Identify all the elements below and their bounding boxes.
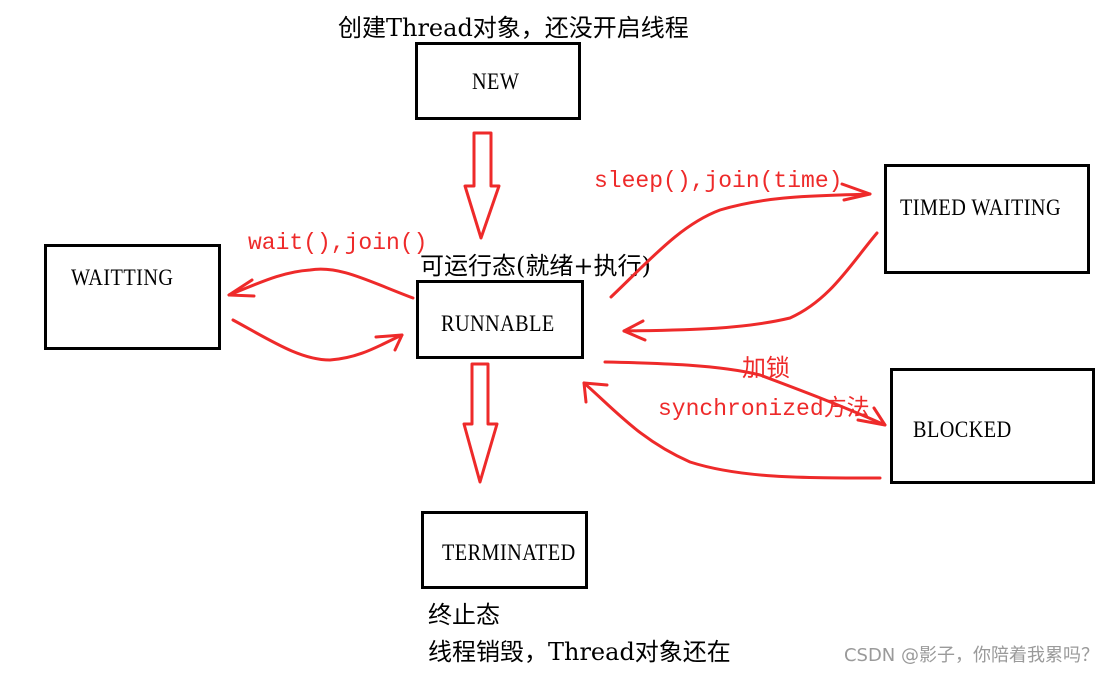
state-label-runnable: RUNNABLE [441,311,555,336]
state-box-runnable: RUNNABLE [416,280,584,359]
transition-label-wait-join: wait(),join() [248,230,428,256]
state-label-terminated: TERMINATED [442,540,576,565]
transition-label-sleep-join-time: sleep(),join(time) [594,168,843,194]
state-box-waiting: WAITTING [44,244,221,350]
arrow-timed-waiting-to-runnable [622,231,879,333]
state-label-timed-waiting: TIMED WAITING [900,195,1062,220]
runnable-state-note: 可运行态(就绪+执行) [420,252,651,280]
arrowhead-runnable-from-blocked [582,381,609,404]
state-label-waiting: WAITTING [71,265,174,290]
state-box-timed-waiting: TIMED WAITING [884,164,1090,274]
state-box-terminated: TERMINATED [421,511,588,589]
arrow-runnable-to-waiting [227,267,415,300]
terminated-note-line2: 线程销毁，Thread对象还在 [428,638,731,666]
transition-label-lock: 加锁 [742,354,790,382]
csdn-watermark: CSDN @影子，你陪着我累吗？ [843,645,1099,666]
new-state-note: 创建Thread对象，还没开启线程 [338,14,689,42]
arrowhead-timed-waiting [840,182,872,202]
arrowhead-runnable-from-waiting [374,333,404,352]
arrow-waiting-to-runnable [231,318,404,362]
arrow-runnable-to-terminated [462,362,499,484]
state-label-new: NEW [472,69,520,94]
arrowhead-runnable-from-timed [622,319,647,342]
state-label-blocked: BLOCKED [913,417,1012,442]
state-box-new: NEW [415,42,581,120]
transition-label-synchronized: synchronized方法 [658,396,870,422]
thread-state-diagram: 创建Thread对象，还没开启线程 NEW WAITTING 可运行态(就绪+执… [0,0,1111,675]
arrow-new-to-runnable [463,131,501,240]
state-box-blocked: BLOCKED [890,368,1095,484]
terminated-note-line1: 终止态 [428,601,500,629]
arrowhead-waiting [227,278,256,298]
